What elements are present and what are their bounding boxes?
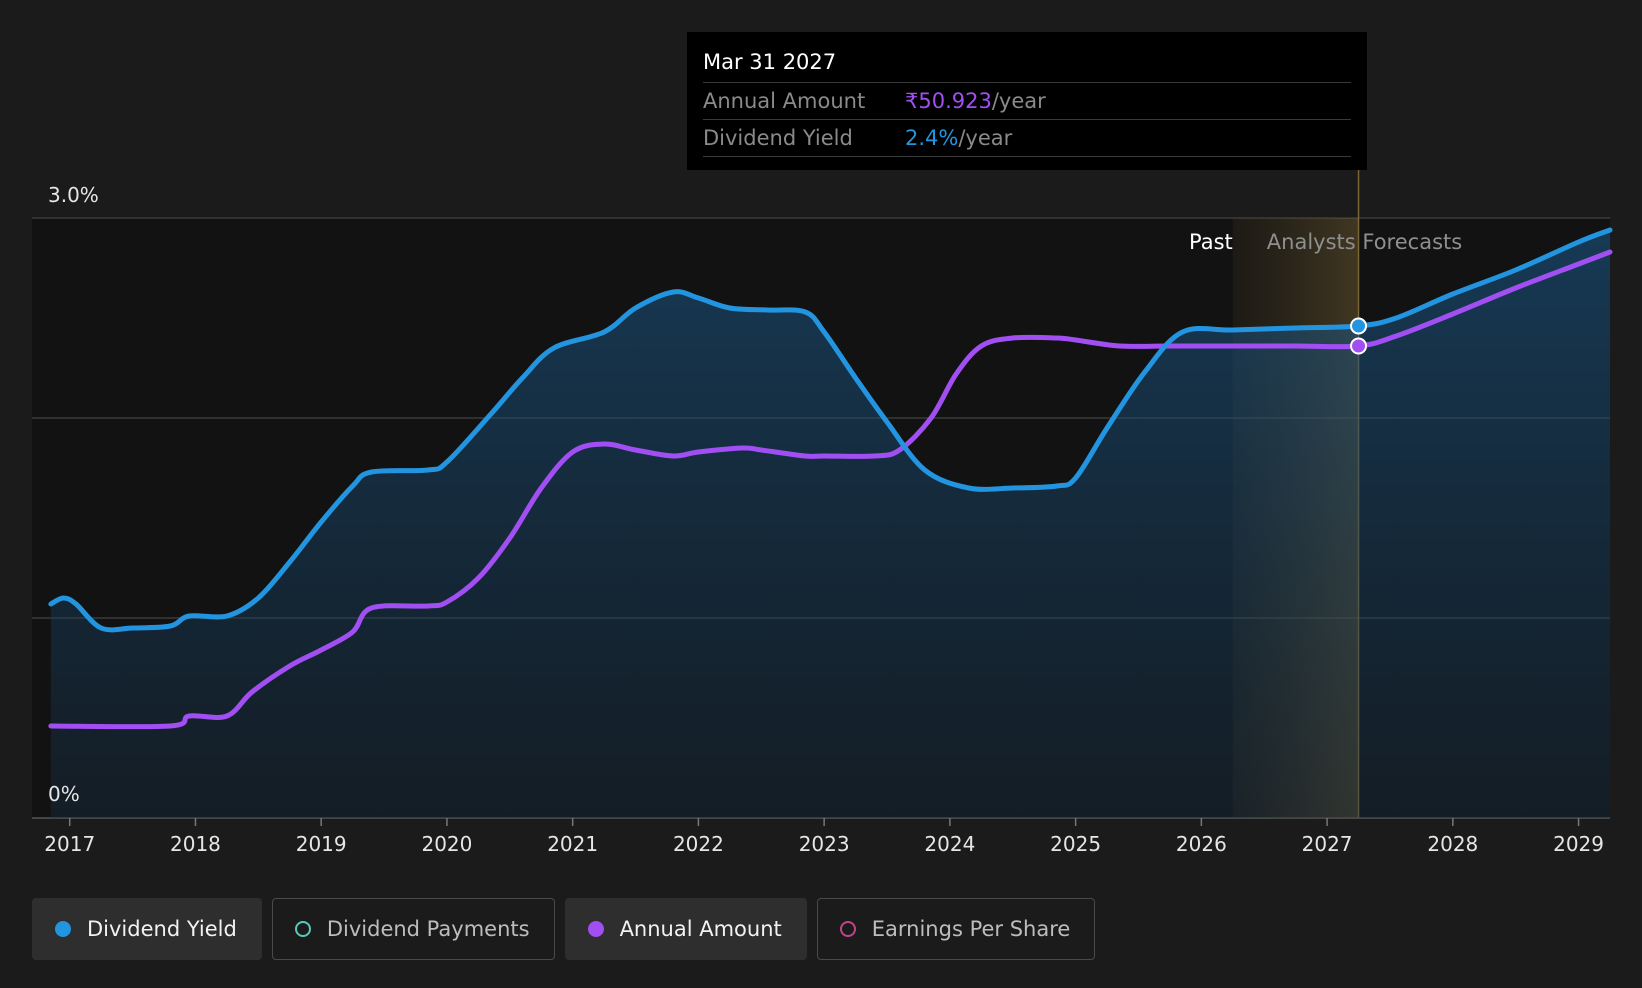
x-tick-label: 2019	[296, 832, 347, 856]
forecast-label: Analysts Forecasts	[1267, 230, 1462, 254]
x-tick-label: 2022	[673, 832, 724, 856]
legend-item-dividend-payments[interactable]: Dividend Payments	[271, 898, 555, 960]
x-tick-label: 2027	[1302, 832, 1353, 856]
tooltip-unit: /year	[991, 89, 1046, 113]
legend-dot-icon	[587, 921, 604, 937]
legend-item-dividend-yield[interactable]: Dividend Yield	[32, 898, 262, 960]
legend-label: Earnings Per Share	[871, 917, 1071, 941]
legend-label: Dividend Payments	[326, 917, 530, 941]
tooltip: Mar 31 2027 Annual Amount ₹50.923 /year …	[687, 32, 1367, 170]
tooltip-label: Annual Amount	[703, 89, 866, 113]
dividend-yield-marker	[1350, 317, 1368, 335]
legend-ring-icon	[294, 921, 311, 937]
tooltip-row-dividend-yield: Dividend Yield 2.4% /year	[703, 120, 1351, 157]
x-tick-label: 2020	[421, 832, 472, 856]
x-tick-label: 2017	[44, 832, 95, 856]
x-tick-label: 2023	[799, 832, 850, 856]
annual-amount-marker	[1350, 337, 1368, 355]
x-tick-label: 2025	[1050, 832, 1101, 856]
tooltip-unit: /year	[958, 126, 1013, 150]
x-tick-label: 2024	[924, 832, 975, 856]
tooltip-row-annual-amount: Annual Amount ₹50.923 /year	[703, 83, 1351, 120]
legend-dot-icon	[55, 921, 71, 937]
legend-item-earnings-per-share[interactable]: Earnings Per Share	[816, 898, 1096, 960]
legend-label: Annual Amount	[619, 917, 782, 941]
x-tick-label: 2021	[547, 832, 598, 856]
x-tick-label: 2029	[1553, 832, 1604, 856]
legend-label: Dividend Yield	[87, 917, 237, 941]
legend-item-annual-amount[interactable]: Annual Amount	[564, 898, 807, 960]
legend: Dividend Yield Dividend Payments Annual …	[32, 898, 1096, 960]
x-tick-label: 2026	[1176, 832, 1227, 856]
x-tick-label: 2028	[1427, 832, 1478, 856]
y-max-label: 3.0%	[48, 183, 99, 207]
tooltip-value: 2.4%	[905, 126, 959, 150]
tooltip-label: Dividend Yield	[703, 126, 853, 150]
tooltip-value: ₹50.923	[905, 89, 992, 113]
tooltip-date: Mar 31 2027	[703, 48, 1351, 83]
legend-ring-icon	[839, 921, 856, 937]
y-min-label: 0%	[48, 782, 80, 806]
x-tick-label: 2018	[170, 832, 221, 856]
past-label: Past	[1189, 230, 1233, 254]
